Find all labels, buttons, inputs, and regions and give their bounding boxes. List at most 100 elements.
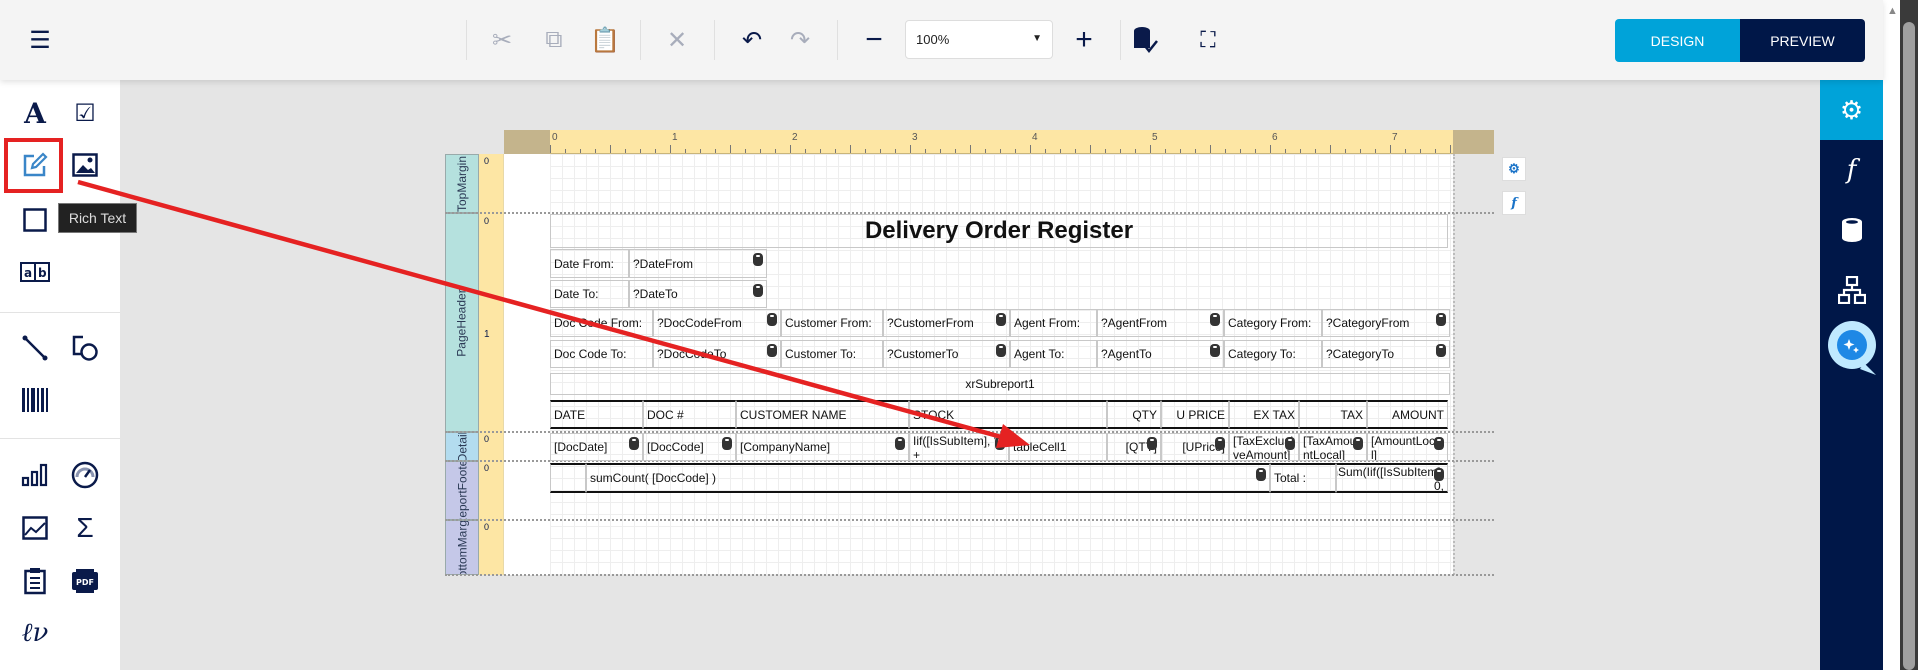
filter-label[interactable]: Agent To: — [1010, 340, 1097, 368]
subreport[interactable]: xrSubreport1 — [550, 373, 1450, 395]
band-label-report-footer[interactable]: ReportFooter — [445, 461, 479, 520]
band-label-bottom-margin[interactable]: BottomMargin — [445, 520, 479, 575]
scroll-thumb[interactable] — [1903, 22, 1915, 670]
zoom-in-icon[interactable]: + — [1070, 23, 1098, 56]
detail-field-cell[interactable]: [AmountLocal] — [1367, 433, 1448, 461]
report-explorer-hierarchy-icon[interactable] — [1820, 260, 1883, 320]
ruler-tick — [775, 149, 776, 153]
table-header-cell[interactable]: QTY — [1107, 400, 1161, 429]
filter-parameter-field[interactable]: ?DocCodeTo — [653, 340, 781, 368]
table-header-cell[interactable]: U PRICE — [1161, 400, 1229, 429]
fullscreen-icon[interactable]: ⛶ — [1194, 26, 1222, 54]
copy-icon[interactable]: ⧉ — [540, 26, 568, 54]
filter-label[interactable]: Doc Code To: — [550, 340, 653, 368]
footer-sum-cell[interactable]: sumSum(Iif([IsSubItem], 0, — [1336, 463, 1448, 493]
picture-box-control-icon[interactable] — [70, 150, 100, 180]
barcode-control-icon[interactable] — [20, 385, 50, 415]
filter-parameter-field[interactable]: ?CategoryFrom — [1322, 309, 1450, 337]
detail-field-cell[interactable]: [DocDate] — [550, 433, 643, 461]
report-title[interactable]: Delivery Order Register — [550, 214, 1448, 248]
preview-button[interactable]: PREVIEW — [1740, 19, 1865, 62]
zoom-select[interactable]: 100% ▼ — [905, 20, 1053, 59]
band-label-detail[interactable]: Detail — [445, 432, 479, 461]
label-control-icon[interactable]: A — [20, 97, 50, 130]
date-from-label[interactable]: Date From: — [550, 249, 629, 278]
filter-label[interactable]: Agent From: — [1010, 309, 1097, 337]
ruler-tick — [1030, 145, 1031, 153]
table-header-cell[interactable]: AMOUNT — [1367, 400, 1448, 429]
pdf-content-icon[interactable]: PDF — [70, 566, 100, 596]
zoom-value: 100% — [916, 32, 950, 47]
field-list-database-icon[interactable] — [1820, 200, 1883, 260]
gauge-control-icon[interactable] — [70, 460, 100, 490]
ruler-label: 0 — [552, 132, 558, 143]
filter-label[interactable]: Category To: — [1224, 340, 1322, 368]
hamburger-menu-icon[interactable]: ☰ — [26, 26, 54, 54]
filter-parameter-field[interactable]: ?AgentFrom — [1097, 309, 1224, 337]
detail-field-cell[interactable]: [TaxAmountLocal] — [1299, 433, 1367, 461]
band-label-top-margin[interactable]: TopMargin — [445, 154, 479, 213]
shape-control-icon[interactable] — [70, 333, 100, 363]
band-name: ReportFooter — [455, 461, 470, 520]
expression-function-icon[interactable]: f — [1502, 191, 1526, 215]
ai-assistant-icon[interactable] — [1820, 318, 1883, 378]
signature-control-icon[interactable]: ℓν — [20, 618, 50, 648]
filter-parameter-field[interactable]: ?CustomerFrom — [883, 309, 1010, 337]
checkbox-control-icon[interactable]: ☑ — [70, 98, 100, 128]
validate-database-icon[interactable] — [1132, 26, 1160, 54]
properties-gear-icon[interactable]: ⚙ — [1820, 80, 1883, 140]
table-of-contents-icon[interactable] — [20, 566, 50, 596]
table-header-cell[interactable]: DOC # — [643, 400, 736, 429]
footer-total-label[interactable]: Total : — [1270, 463, 1336, 493]
chart-control-icon[interactable] — [20, 460, 50, 490]
redo-icon[interactable]: ↷ — [786, 26, 814, 54]
date-to-label[interactable]: Date To: — [550, 280, 629, 308]
scrollbar[interactable]: ▲ — [1883, 0, 1918, 670]
table-header-cell[interactable]: STOCK — [909, 400, 1107, 429]
filter-parameter-field[interactable]: ?CategoryTo — [1322, 340, 1450, 368]
zoom-out-icon[interactable]: − — [860, 23, 888, 56]
ruler-tick — [1330, 145, 1331, 153]
filter-parameter-field[interactable]: ?AgentTo — [1097, 340, 1224, 368]
cell-text: ?CustomerFrom — [887, 316, 974, 330]
date-to-field[interactable]: ?DateTo — [629, 280, 767, 308]
expressions-function-icon[interactable]: f — [1820, 140, 1883, 200]
detail-field-cell[interactable]: [CompanyName] — [736, 433, 909, 461]
scroll-up-arrow-icon[interactable]: ▲ — [1887, 5, 1898, 17]
band-label-page-header[interactable]: PageHeader — [445, 213, 479, 432]
panel-control-icon[interactable] — [20, 205, 50, 235]
summary-sigma-icon[interactable]: Σ — [70, 512, 100, 543]
vruler-label: 0 — [484, 434, 490, 444]
properties-gear-icon[interactable]: ⚙ — [1502, 157, 1526, 181]
footer-count-cell[interactable]: sumCount( [DocCode] ) — [586, 463, 1270, 493]
scroll-track[interactable] — [1900, 0, 1918, 670]
undo-icon[interactable]: ↶ — [738, 26, 766, 54]
table-header-cell[interactable]: CUSTOMER NAME — [736, 400, 909, 429]
filter-label[interactable]: Doc Code From: — [550, 309, 653, 337]
filter-label[interactable]: Customer To: — [781, 340, 883, 368]
cut-icon[interactable]: ✂ — [488, 26, 516, 54]
detail-field-cell[interactable]: tableCell1 — [1009, 433, 1107, 461]
paste-icon[interactable]: 📋 — [590, 26, 620, 54]
detail-field-cell[interactable]: [UPrice] — [1161, 433, 1229, 461]
database-icon — [1434, 437, 1444, 450]
table-header-cell[interactable]: TAX — [1299, 400, 1367, 429]
detail-field-cell[interactable]: [TaxExclusiveAmount] — [1229, 433, 1299, 461]
character-comb-icon[interactable]: ab — [20, 257, 50, 287]
ruler-tick — [1060, 149, 1061, 153]
filter-parameter-field[interactable]: ?DocCodeFrom — [653, 309, 781, 337]
table-header-cell[interactable]: EX TAX — [1229, 400, 1299, 429]
date-from-field[interactable]: ?DateFrom — [629, 249, 767, 278]
sparkline-control-icon[interactable] — [20, 513, 50, 543]
detail-field-cell[interactable]: Iif([IsSubItem], ' ' + — [909, 433, 1009, 461]
design-button[interactable]: DESIGN — [1615, 19, 1740, 62]
detail-field-cell[interactable]: [QTY] — [1107, 433, 1161, 461]
line-control-icon[interactable] — [20, 333, 50, 363]
delete-icon[interactable]: ✕ — [663, 26, 691, 54]
detail-field-cell[interactable]: [DocCode] — [643, 433, 736, 461]
filter-label[interactable]: Category From: — [1224, 309, 1322, 337]
filter-label[interactable]: Customer From: — [781, 309, 883, 337]
footer-empty-cell[interactable] — [550, 463, 586, 493]
table-header-cell[interactable]: DATE — [550, 400, 643, 429]
filter-parameter-field[interactable]: ?CustomerTo — [883, 340, 1010, 368]
